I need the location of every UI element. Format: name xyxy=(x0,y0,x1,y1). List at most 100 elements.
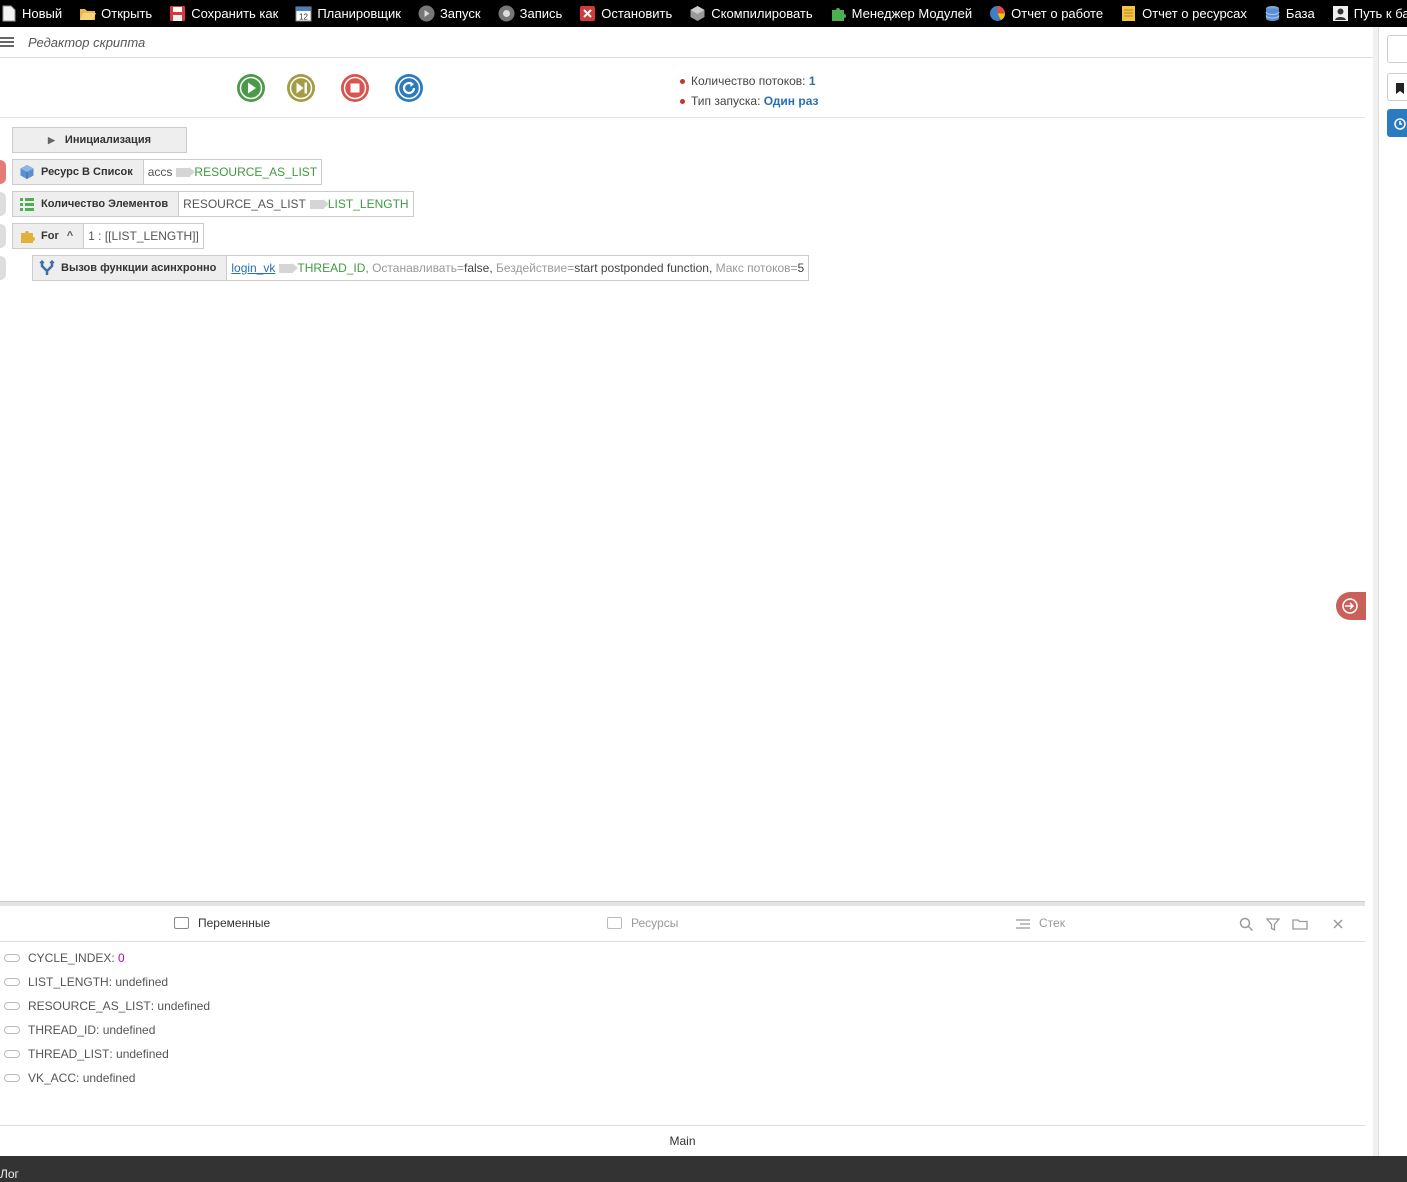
function-link[interactable]: login_vk xyxy=(231,261,275,275)
toolbar-record-button[interactable]: Запись xyxy=(498,5,562,22)
toolbar-new-button[interactable]: Новый xyxy=(0,5,62,22)
toolbar-db-path-button[interactable]: Путь к ба xyxy=(1332,5,1407,22)
step-forward-icon xyxy=(287,74,315,102)
for-block-name[interactable]: For ^ xyxy=(12,223,85,249)
arrow-right-icon xyxy=(279,262,299,273)
variable-row[interactable]: RESOURCE_AS_LIST: undefined xyxy=(0,994,600,1018)
for-block-label: For xyxy=(41,230,59,242)
stop-button[interactable] xyxy=(340,73,370,103)
breakpoint-marker[interactable] xyxy=(0,160,6,184)
threads-value[interactable]: 1 xyxy=(809,74,816,88)
close-icon[interactable] xyxy=(1330,916,1346,932)
variable-row[interactable]: THREAD_ID: undefined xyxy=(0,1018,600,1042)
variable-row[interactable]: THREAD_LIST: undefined xyxy=(0,1042,600,1066)
run-controls: Количество потоков: 1 Тип запуска: Один … xyxy=(0,58,1365,118)
toolbar-module-manager-button[interactable]: Менеджер Модулей xyxy=(830,5,972,22)
toolbar-resource-report-label: Отчет о ресурсах xyxy=(1142,6,1247,21)
function-tab-main[interactable]: Main xyxy=(0,1125,1365,1156)
action-block-name[interactable]: Количество Элементов xyxy=(12,191,180,217)
log-bar[interactable]: Лог xyxy=(0,1156,1407,1182)
tab-resources[interactable]: Ресурсы xyxy=(607,916,678,930)
threads-info: Количество потоков: 1 xyxy=(680,71,818,91)
cube-icon xyxy=(19,164,35,180)
toolbar-resource-report-button[interactable]: Отчет о ресурсах xyxy=(1120,5,1247,22)
toolbar-save-as-label: Сохранить как xyxy=(191,6,279,21)
chevron-up-icon[interactable]: ^ xyxy=(67,230,73,242)
bookmark-icon xyxy=(1396,83,1404,94)
restart-icon xyxy=(395,74,423,102)
variable-row[interactable]: VK_ACC: undefined xyxy=(0,1066,600,1090)
toolbar-database-label: База xyxy=(1285,6,1315,21)
variables-list: CYCLE_INDEX: 0 LIST_LENGTH: undefined RE… xyxy=(0,946,600,1090)
toolbar-stop-label: Остановить xyxy=(601,6,673,21)
hamburger-menu-icon[interactable] xyxy=(0,37,14,47)
tab-variables[interactable]: Переменные xyxy=(174,916,270,930)
init-section[interactable]: ▶ Инициализация xyxy=(12,127,187,153)
main-toolbar: Новый Открыть Сохранить как 12 Планировщ… xyxy=(0,0,1407,27)
async-call-block-name[interactable]: Вызов функции асинхронно xyxy=(32,255,228,281)
toolbar-work-report-button[interactable]: Отчет о работе xyxy=(989,5,1103,22)
bullet-icon xyxy=(680,79,685,85)
action-block[interactable]: Ресурс В Список accs RESOURCE_AS_LIST xyxy=(12,159,323,185)
side-toggle-button[interactable] xyxy=(1336,592,1366,620)
toolbar-open-button[interactable]: Открыть xyxy=(79,5,152,22)
restart-button[interactable] xyxy=(394,73,424,103)
step-button[interactable] xyxy=(286,73,316,103)
async-call-block-args[interactable]: login_vk THREAD_ID, Останавливать= false,… xyxy=(227,255,810,281)
init-section-header[interactable]: ▶ Инициализация xyxy=(12,127,187,153)
script-editor-area: ▶ Инициализация Ресурс В Список accs RES… xyxy=(0,119,1365,901)
pie-chart-icon xyxy=(989,5,1006,22)
variable-name: LIST_LENGTH xyxy=(28,975,109,989)
for-block[interactable]: For ^ 1 : [[LIST_LENGTH]] xyxy=(12,223,204,249)
link-icon xyxy=(4,1074,20,1082)
launch-type-label: Тип запуска: xyxy=(691,94,761,108)
toolbar-save-as-button[interactable]: Сохранить как xyxy=(169,5,278,22)
folder-icon[interactable] xyxy=(1292,916,1308,932)
toolbar-compile-button[interactable]: Скомпилировать xyxy=(689,5,813,22)
right-pane-input[interactable] xyxy=(1387,35,1407,63)
action-block-args[interactable]: RESOURCE_AS_LIST LIST_LENGTH xyxy=(179,191,414,217)
launch-type-value[interactable]: Один раз xyxy=(764,94,819,108)
variable-value: undefined xyxy=(116,1047,169,1061)
history-button[interactable] xyxy=(1387,109,1407,137)
tab-stack[interactable]: Стек xyxy=(1016,916,1065,930)
gutter-marker[interactable] xyxy=(0,256,6,280)
toolbar-scheduler-label: Планировщик xyxy=(317,6,401,21)
action-block[interactable]: Количество Элементов RESOURCE_AS_LIST LI… xyxy=(12,191,414,217)
action-block-name[interactable]: Ресурс В Список xyxy=(12,159,144,185)
param-max-threads-value: 5 xyxy=(797,261,805,275)
gutter-marker[interactable] xyxy=(0,224,6,248)
param-stop-value: false, xyxy=(463,261,493,275)
param-max-threads-key: Макс потоков= xyxy=(715,261,798,275)
sign-in-icon xyxy=(1342,598,1358,614)
toolbar-scheduler-button[interactable]: 12 Планировщик xyxy=(295,5,401,22)
search-icon[interactable] xyxy=(1238,916,1254,932)
link-icon xyxy=(4,978,20,986)
puzzle-icon xyxy=(830,5,847,22)
variable-name: CYCLE_INDEX xyxy=(28,951,112,965)
arrow-right-icon xyxy=(309,198,329,209)
folder-open-icon xyxy=(79,5,97,22)
init-section-label: Инициализация xyxy=(64,134,151,146)
variable-row[interactable]: LIST_LENGTH: undefined xyxy=(0,970,600,994)
editor-header: Редактор скрипта xyxy=(0,27,1373,58)
filter-icon[interactable] xyxy=(1265,916,1281,932)
toolbar-stop-button[interactable]: Остановить xyxy=(579,5,672,22)
new-file-icon xyxy=(0,5,17,22)
toolbar-run-button[interactable]: Запуск xyxy=(418,5,481,22)
param-idle-value: start postponded function, xyxy=(574,261,713,275)
action-block-args[interactable]: accs RESOURCE_AS_LIST xyxy=(143,159,323,185)
for-block-args[interactable]: 1 : [[LIST_LENGTH]] xyxy=(84,223,204,249)
async-call-block[interactable]: Вызов функции асинхронно login_vk THREAD… xyxy=(32,255,810,281)
gutter-marker[interactable] xyxy=(0,192,6,216)
puzzle-icon xyxy=(19,228,35,244)
variable-row[interactable]: CYCLE_INDEX: 0 xyxy=(0,946,600,970)
launch-type-info: Тип запуска: Один раз xyxy=(680,91,818,111)
tab-variables-label: Переменные xyxy=(198,916,271,930)
variable-value: undefined xyxy=(102,1023,156,1037)
compile-icon xyxy=(689,5,706,22)
link-icon xyxy=(4,1002,20,1010)
toolbar-database-button[interactable]: База xyxy=(1264,5,1315,22)
run-button[interactable] xyxy=(236,73,266,103)
bookmark-button[interactable] xyxy=(1387,73,1407,101)
